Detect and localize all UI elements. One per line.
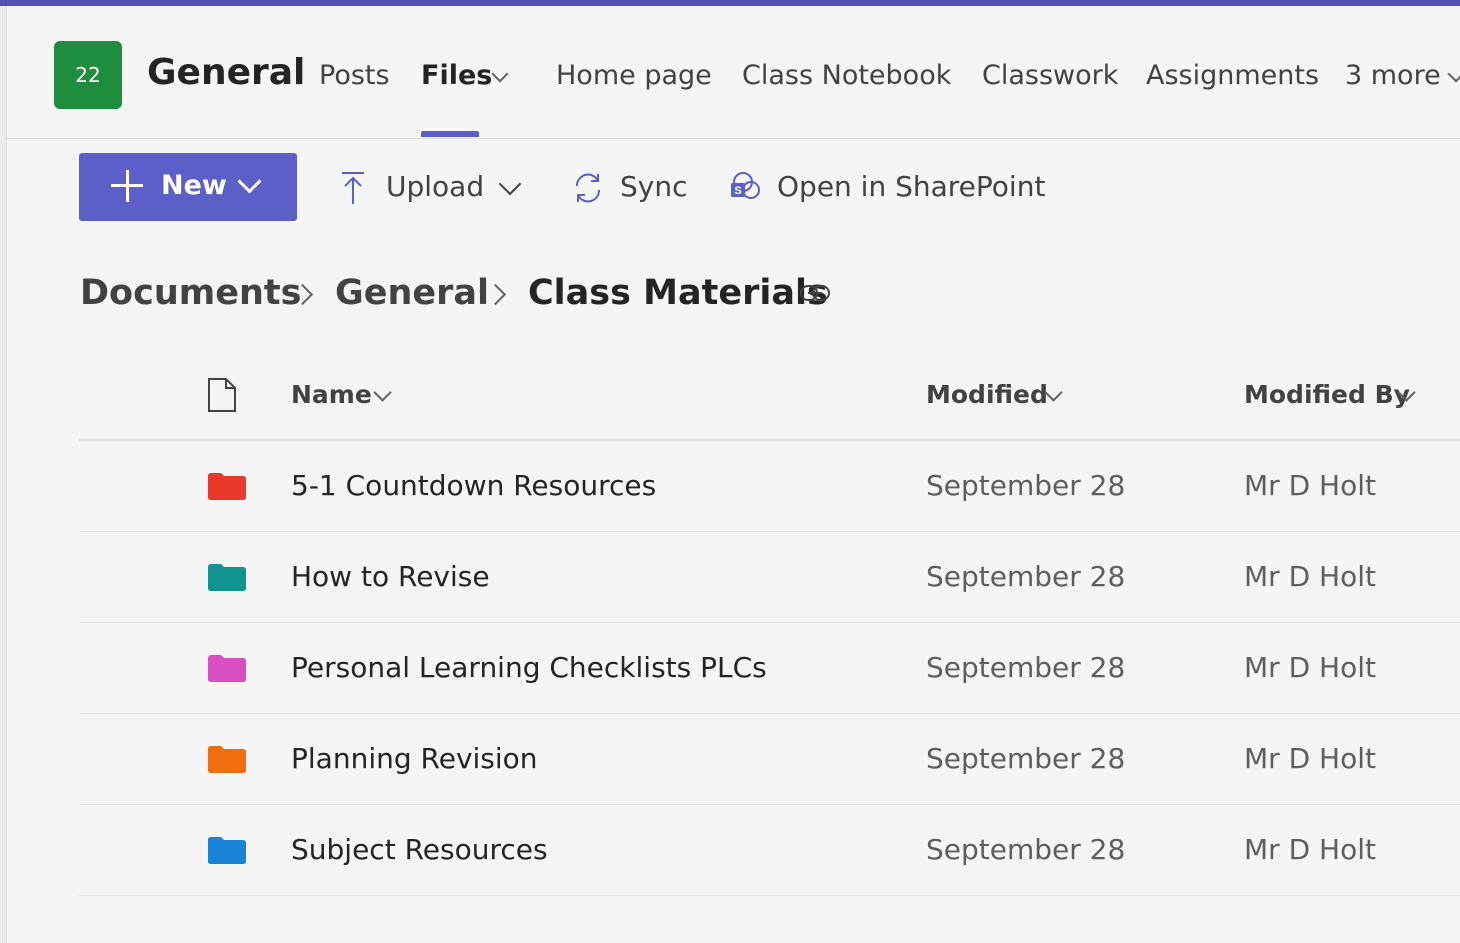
chevron-down-icon[interactable] xyxy=(498,172,522,196)
row-modified-by: Mr D Holt xyxy=(1244,742,1376,775)
folder-icon xyxy=(208,564,246,591)
column-header-modified-by[interactable]: Modified By xyxy=(1244,380,1410,409)
sync-icon[interactable] xyxy=(571,170,605,206)
table-row[interactable]: Planning Revision September 28 Mr D Holt xyxy=(79,714,1460,805)
link-icon[interactable] xyxy=(799,283,831,303)
upload-button[interactable]: Upload xyxy=(386,170,484,203)
breadcrumb-documents[interactable]: Documents xyxy=(80,273,301,313)
table-row[interactable]: Subject Resources September 28 Mr D Holt xyxy=(79,805,1460,896)
folder-icon xyxy=(208,473,246,500)
row-modified-by: Mr D Holt xyxy=(1244,469,1376,502)
new-button-label: New xyxy=(161,170,227,201)
tab-class-notebook[interactable]: Class Notebook xyxy=(742,60,951,91)
tab-files[interactable]: Files xyxy=(421,60,492,91)
row-modified: September 28 xyxy=(926,651,1126,684)
sharepoint-icon[interactable]: S xyxy=(728,170,762,204)
folder-icon xyxy=(208,837,246,864)
tab-classwork[interactable]: Classwork xyxy=(982,60,1118,91)
row-modified-by: Mr D Holt xyxy=(1244,833,1376,866)
row-name[interactable]: Subject Resources xyxy=(291,833,548,866)
row-name[interactable]: Personal Learning Checklists PLCs xyxy=(291,651,767,684)
sync-button[interactable]: Sync xyxy=(620,170,687,203)
column-header-modified[interactable]: Modified xyxy=(926,380,1048,409)
breadcrumb-class-materials: Class Materials xyxy=(528,273,828,313)
row-name[interactable]: 5-1 Countdown Resources xyxy=(291,469,656,502)
row-name[interactable]: How to Revise xyxy=(291,560,490,593)
team-avatar[interactable]: 22 xyxy=(54,41,122,109)
row-modified-by: Mr D Holt xyxy=(1244,651,1376,684)
upload-icon[interactable] xyxy=(340,170,366,206)
channel-title: General xyxy=(147,52,306,93)
column-header-name[interactable]: Name xyxy=(291,380,372,409)
breadcrumb-general[interactable]: General xyxy=(335,273,489,313)
table-row[interactable]: 5-1 Countdown Resources September 28 Mr … xyxy=(79,441,1460,532)
row-modified: September 28 xyxy=(926,742,1126,775)
file-icon[interactable] xyxy=(207,377,237,413)
new-button[interactable]: New xyxy=(79,153,297,221)
row-modified: September 28 xyxy=(926,469,1126,502)
folder-icon xyxy=(208,746,246,773)
table-row[interactable]: How to Revise September 28 Mr D Holt xyxy=(79,532,1460,623)
open-in-sharepoint-button[interactable]: Open in SharePoint xyxy=(777,170,1045,203)
tab-home-page[interactable]: Home page xyxy=(556,60,712,91)
tab-posts[interactable]: Posts xyxy=(319,60,390,91)
plus-icon xyxy=(111,170,143,202)
teams-files-view: 22 General Posts Files Home page Class N… xyxy=(0,0,1460,943)
tab-more[interactable]: 3 more xyxy=(1345,60,1441,91)
table-row[interactable]: Personal Learning Checklists PLCs Septem… xyxy=(79,623,1460,714)
left-rail xyxy=(0,6,7,943)
tab-assignments[interactable]: Assignments xyxy=(1146,60,1319,91)
row-name[interactable]: Planning Revision xyxy=(291,742,538,775)
svg-text:S: S xyxy=(734,185,741,197)
folder-icon xyxy=(208,655,246,682)
row-modified: September 28 xyxy=(926,560,1126,593)
chevron-down-icon xyxy=(237,169,262,194)
row-modified: September 28 xyxy=(926,833,1126,866)
row-modified-by: Mr D Holt xyxy=(1244,560,1376,593)
active-tab-indicator xyxy=(421,131,479,137)
